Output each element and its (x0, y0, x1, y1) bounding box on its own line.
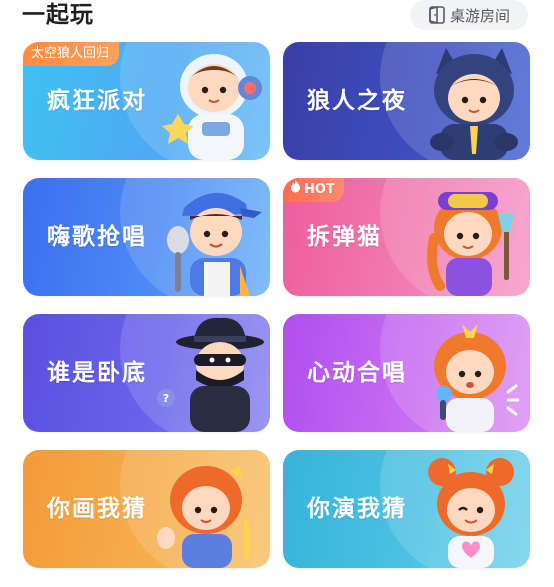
game-card-defuse-cat[interactable]: 拆弹猫 HOT (283, 178, 530, 296)
spy-character-art: ? (157, 317, 264, 432)
game-card-title: 疯狂派对 (47, 88, 147, 114)
section-header: 一起玩 桌游房间 (0, 0, 554, 32)
game-card-crazy-party[interactable]: 疯狂派对 太空狼人回归 (23, 42, 270, 160)
singing-girl-character-art (434, 324, 520, 432)
game-card-werewolf-night[interactable]: 狼人之夜 (283, 42, 530, 160)
werewolf-character-art (430, 48, 518, 160)
svg-text:?: ? (163, 392, 169, 405)
winking-girl-character-art (428, 458, 514, 568)
board-game-icon (428, 5, 446, 25)
game-card-sing-grab[interactable]: 嗨歌抢唱 (23, 178, 270, 296)
game-card-heartbeat-chorus[interactable]: 心动合唱 (283, 314, 530, 432)
fire-icon (290, 178, 301, 202)
game-card-title: 谁是卧底 (47, 360, 147, 386)
game-card-who-is-undercover[interactable]: 谁是卧底 ? (23, 314, 270, 432)
board-game-room-label: 桌游房间 (449, 6, 510, 25)
explorer-girl-character-art (427, 192, 514, 296)
game-card-title: 狼人之夜 (307, 88, 407, 114)
section-title: 一起玩 (22, 2, 94, 28)
game-card-title: 心动合唱 (307, 360, 407, 386)
painter-girl-character-art (157, 466, 249, 568)
event-tag: 太空狼人回归 (23, 42, 120, 66)
game-card-title: 你画我猜 (47, 496, 147, 522)
game-card-act-and-guess[interactable]: 你演我猜 (283, 450, 530, 568)
hot-tag: HOT (283, 178, 344, 202)
game-card-title: 你演我猜 (307, 496, 407, 522)
game-card-title: 嗨歌抢唱 (47, 224, 147, 250)
game-card-title: 拆弹猫 (307, 224, 382, 250)
astronaut-character-art (162, 54, 262, 160)
game-card-draw-and-guess[interactable]: 你画我猜 (23, 450, 270, 568)
board-game-room-button[interactable]: 桌游房间 (410, 0, 528, 30)
play-together-page: 一起玩 桌游房间 疯狂派对 太空狼人回归 狼人之夜 嗨歌抢唱 拆弹猫 HOT 谁… (0, 0, 554, 587)
singer-character-art (167, 192, 262, 296)
